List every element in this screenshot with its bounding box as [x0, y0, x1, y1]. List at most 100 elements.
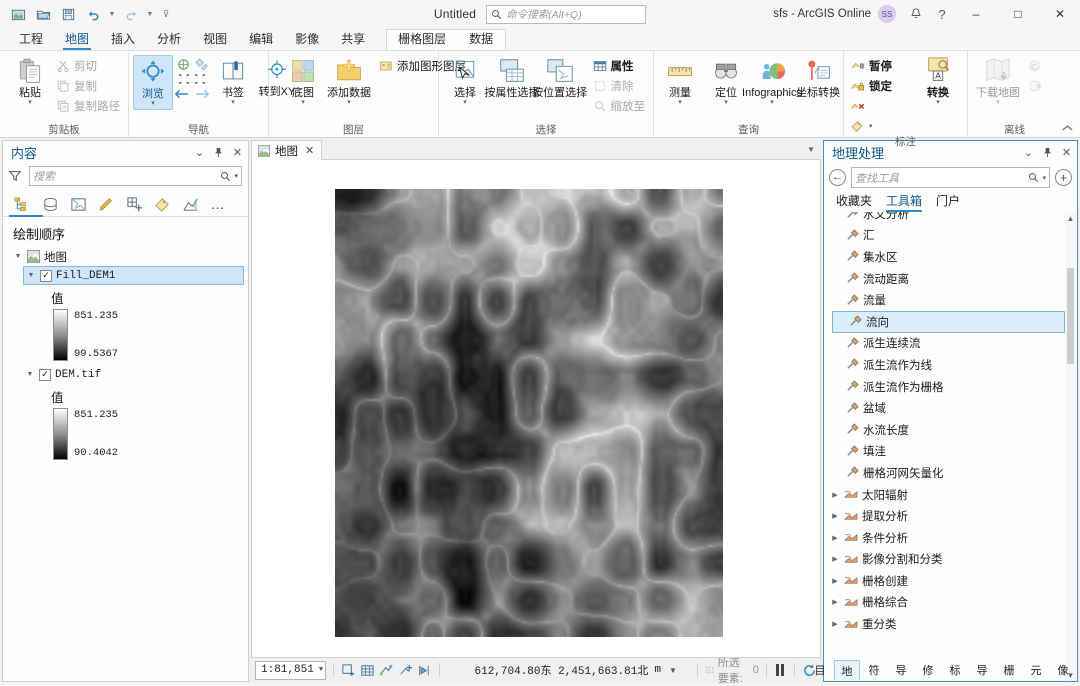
download-map-button[interactable]: 下载地图 ▾	[972, 55, 1024, 108]
redo-icon[interactable]	[119, 3, 143, 25]
pause-drawing-icon[interactable]	[774, 661, 788, 680]
toolset-item-extraction[interactable]: ▶ 提取分析	[824, 505, 1077, 527]
list-by-drawing-order-icon[interactable]	[11, 192, 33, 216]
layer-item-dem-tif[interactable]: ▼ ✓ DEM.tif	[23, 365, 244, 384]
zoom-out-fixed-icon[interactable]	[193, 73, 207, 85]
geoprocessing-menu-chevron-icon[interactable]: ⌄	[1022, 145, 1035, 159]
toolset-item-raster-creation[interactable]: ▶ 栅格创建	[824, 570, 1077, 592]
copy-button[interactable]: 复制	[54, 76, 124, 95]
geoprocessing-tool-list[interactable]: 水文分析 汇 集水区 流动距离 流量 流向 派生连续流 派生流作为线 派生流作为…	[824, 212, 1077, 681]
expand-toolset-icon[interactable]: ▶	[830, 620, 840, 628]
contents-search-dropdown-icon[interactable]: ▾	[234, 172, 238, 180]
paste-caret-icon[interactable]: ▾	[28, 99, 32, 107]
copy-path-button[interactable]: 复制路径	[54, 96, 124, 115]
undo-icon[interactable]	[81, 3, 105, 25]
layer-item-fill-dem1[interactable]: ▼ ✓ Fill_DEM1	[23, 266, 244, 285]
scrollbar-thumb[interactable]	[1067, 268, 1074, 364]
search-icon[interactable]	[220, 171, 231, 182]
docked-tab-labeling[interactable]: 标	[942, 660, 968, 680]
ribbon-tab-raster-layer[interactable]: 栅格图层	[387, 29, 458, 50]
add-vertex-icon[interactable]	[398, 661, 413, 680]
avatar[interactable]: SS	[878, 5, 896, 23]
expand-dem-tif-icon[interactable]: ▼	[25, 371, 35, 378]
view-tab-close-icon[interactable]: ✕	[305, 144, 314, 157]
bell-icon[interactable]	[904, 2, 928, 26]
explore-button[interactable]: 浏览 ▾	[133, 55, 173, 110]
ribbon-tab-data[interactable]: 数据	[458, 29, 505, 50]
snapping-icon[interactable]	[379, 661, 394, 680]
view-tab-map[interactable]: 地图 ✕	[251, 140, 323, 160]
contents-menu-chevron-icon[interactable]: ⌄	[193, 145, 206, 159]
clear-selection-button[interactable]: 清除	[591, 76, 650, 95]
list-by-editing-icon[interactable]	[95, 192, 117, 216]
ribbon-tab-imagery[interactable]: 影像	[284, 29, 330, 50]
zoom-in-fixed-icon[interactable]	[177, 73, 191, 85]
measure-button[interactable]: 测量 ▾	[658, 55, 702, 108]
docked-tab-geoprocessing[interactable]: 地	[834, 660, 860, 680]
ribbon-tab-edit[interactable]: 编辑	[238, 29, 284, 50]
previous-extent-icon[interactable]	[173, 87, 190, 101]
layer-visibility-checkbox[interactable]: ✓	[39, 368, 51, 381]
docked-tab-raster[interactable]: 栅	[996, 660, 1022, 680]
toolset-item-image-segmentation[interactable]: ▶ 影像分割和分类	[824, 549, 1077, 571]
docked-tab-catalog[interactable]: 目	[807, 660, 833, 680]
tool-item-flow-accumulation[interactable]: 流量	[824, 289, 1077, 311]
label-class-caret-icon[interactable]: ▾	[869, 122, 873, 130]
tool-item-derive-continuous-flow[interactable]: 派生连续流	[824, 333, 1077, 355]
add-data-caret-icon[interactable]: ▾	[347, 99, 351, 107]
add-data-button[interactable]: 添加数据 ▾	[327, 55, 371, 108]
chevron-down-icon[interactable]: ▼	[807, 145, 815, 154]
measure-caret-icon[interactable]: ▾	[678, 99, 682, 107]
docked-tab-symbology[interactable]: 符	[861, 660, 887, 680]
contents-close-icon[interactable]: ✕	[231, 145, 244, 159]
locate-caret-icon[interactable]: ▾	[724, 99, 728, 107]
undo-dropdown-caret[interactable]: ▼	[106, 3, 118, 25]
pause-labeling-button[interactable]: 暂停	[848, 56, 914, 75]
coordinate-conversion-button[interactable]: 坐标转换	[796, 55, 840, 100]
explore-caret-icon[interactable]: ▾	[151, 100, 155, 108]
ribbon-tab-project[interactable]: 工程	[8, 29, 54, 50]
remove-labels-button[interactable]	[848, 96, 914, 115]
infographics-button[interactable]: Infographics ▾	[742, 55, 802, 108]
tool-item-watershed[interactable]: 集水区	[824, 246, 1077, 268]
tree-node-map[interactable]: ▼ 地图	[11, 247, 244, 266]
toolset-item-solar-radiation[interactable]: ▶ 太阳辐射	[824, 484, 1077, 506]
question-icon[interactable]: ?	[930, 2, 954, 26]
tab-favorites[interactable]: 收藏夹	[836, 193, 872, 212]
ribbon-tab-map[interactable]: 地图	[54, 29, 100, 50]
list-by-labeling-icon[interactable]	[151, 192, 173, 216]
expand-toolset-icon[interactable]: ▶	[830, 491, 840, 499]
cut-button[interactable]: 剪切	[54, 56, 124, 75]
list-by-data-source-icon[interactable]	[39, 192, 61, 216]
tool-item-sink[interactable]: 汇	[824, 225, 1077, 247]
expand-fill-dem1-icon[interactable]: ▼	[26, 272, 36, 279]
measure-mode-icon[interactable]	[417, 661, 432, 680]
grid-icon[interactable]	[360, 661, 375, 680]
tool-item-stream-to-feature[interactable]: 栅格河网矢量化	[824, 462, 1077, 484]
full-extent-icon[interactable]	[341, 661, 356, 680]
account-name[interactable]: sfs - ArcGIS Online	[773, 8, 871, 20]
tool-item-derive-stream-as-raster[interactable]: 派生流作为栅格	[824, 376, 1077, 398]
next-extent-icon[interactable]	[194, 87, 211, 101]
fixed-zoom-in-icon[interactable]	[194, 57, 209, 72]
geoprocessing-pin-icon[interactable]	[1041, 145, 1054, 159]
ribbon-tab-view[interactable]: 视图	[192, 29, 238, 50]
tab-toolboxes[interactable]: 工具箱	[886, 193, 923, 212]
tool-item-basin[interactable]: 盆域	[824, 397, 1077, 419]
ribbon-tab-share[interactable]: 共享	[330, 29, 376, 50]
expand-toolset-icon[interactable]: ▶	[830, 555, 840, 563]
tool-item-flow-distance[interactable]: 流动距离	[824, 268, 1077, 290]
geoprocessing-close-icon[interactable]: ✕	[1060, 145, 1073, 159]
coordinate-units-caret-icon[interactable]: ▼	[669, 666, 677, 675]
contents-search-input[interactable]: 搜索 ▾	[29, 166, 242, 186]
ribbon-tab-analysis[interactable]: 分析	[146, 29, 192, 50]
infographics-caret-icon[interactable]: ▾	[770, 99, 774, 107]
redo-dropdown-caret[interactable]: ▼	[144, 3, 156, 25]
expand-toolset-icon[interactable]: ▶	[830, 598, 840, 606]
maximize-button[interactable]: □	[998, 0, 1038, 28]
tool-item-fill[interactable]: 填洼	[824, 441, 1077, 463]
select-by-location-button[interactable]: 按位置选择	[532, 55, 587, 100]
select-by-attributes-button[interactable]: 按属性选择	[484, 55, 539, 100]
toolset-item-reclass[interactable]: ▶ 重分类	[824, 613, 1077, 635]
basemap-button[interactable]: 底图 ▾	[281, 55, 325, 108]
